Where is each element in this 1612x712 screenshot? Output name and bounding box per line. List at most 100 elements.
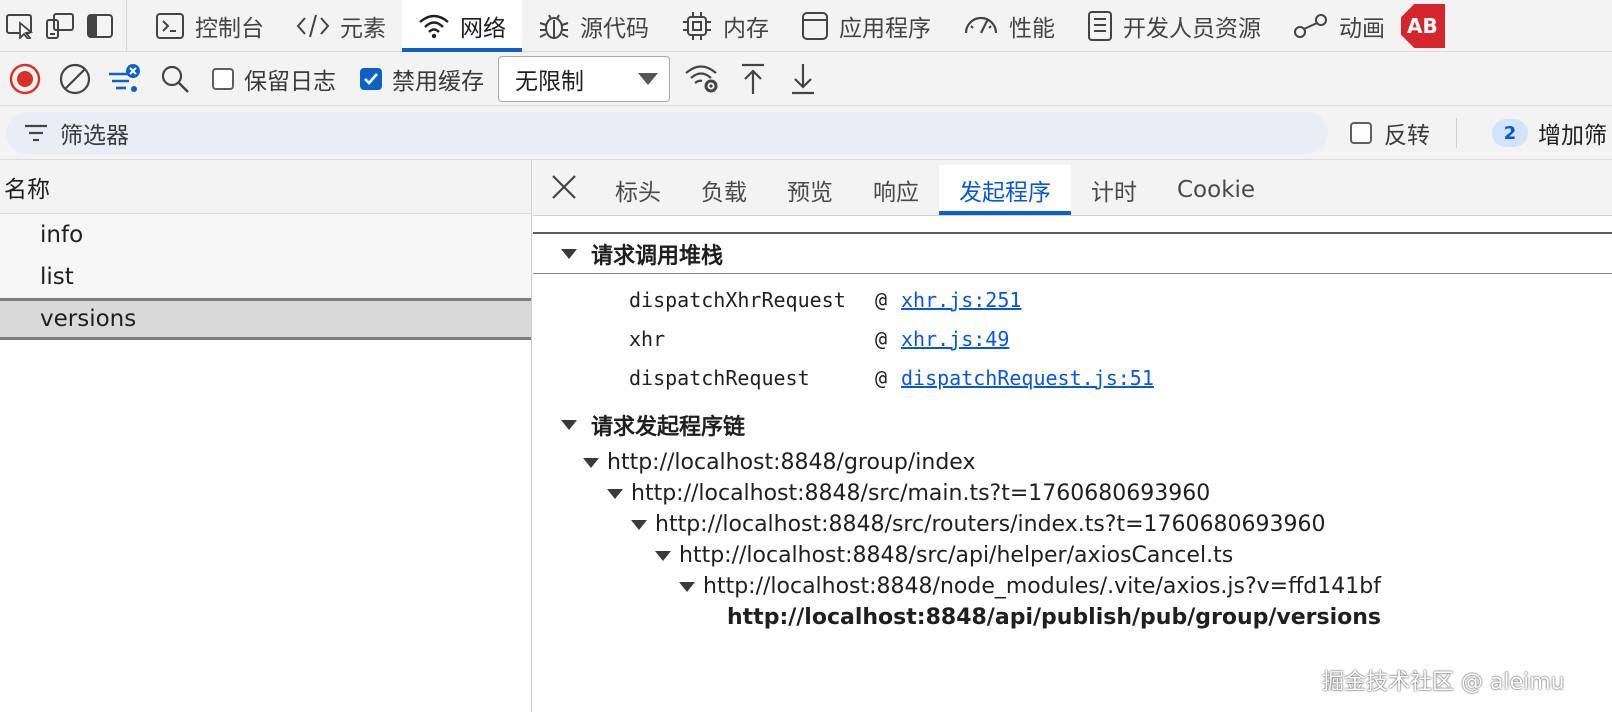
tab-headers[interactable]: 标头	[595, 165, 681, 215]
device-toolbar-icon[interactable]	[40, 0, 80, 52]
upload-arrow-icon	[742, 63, 764, 94]
invert-label: 反转	[1384, 123, 1430, 149]
search-button[interactable]	[150, 52, 200, 106]
source-link[interactable]: xhr.js:49	[901, 327, 1009, 351]
tab-network[interactable]: 网络	[402, 0, 522, 52]
tab-label: 网络	[460, 16, 506, 42]
tab-preview[interactable]: 预览	[767, 165, 853, 215]
tab-elements[interactable]: 元素	[280, 0, 402, 52]
stack-frame: dispatchRequest @ dispatchRequest.js:51	[533, 358, 1612, 397]
call-stack-section-header[interactable]: 请求调用堆栈	[533, 232, 1612, 274]
more-filters-button[interactable]: 2 增加筛	[1492, 106, 1607, 160]
tab-animations[interactable]: 动画	[1277, 0, 1401, 52]
at-sign: @	[875, 326, 888, 351]
throttling-select[interactable]: 无限制	[498, 55, 670, 102]
preserve-log-label: 保留日志	[244, 68, 336, 95]
request-row[interactable]: list	[0, 256, 531, 298]
filter-placeholder: 筛选器	[60, 123, 129, 149]
expand-triangle-icon[interactable]	[631, 519, 647, 530]
tab-label: 元素	[340, 16, 386, 42]
initiator-chain-section-header[interactable]: 请求发起程序链	[533, 405, 1612, 445]
name-column-header[interactable]: 名称	[0, 160, 531, 214]
filter-input[interactable]: 筛选器	[6, 112, 1328, 154]
disable-cache-label: 禁用缓存	[392, 68, 484, 95]
network-toolbar: 保留日志 禁用缓存 无限制	[0, 52, 1612, 106]
section-title: 请求调用堆栈	[591, 243, 724, 269]
chain-node[interactable]: http://localhost:8848/group/index	[533, 447, 1612, 478]
wifi-icon	[419, 14, 449, 39]
tab-performance[interactable]: 性能	[947, 0, 1071, 52]
console-icon	[156, 13, 184, 39]
watermark: 掘金技术社区 @ aleimu	[1322, 670, 1565, 695]
at-sign: @	[875, 287, 888, 312]
checkbox-checked[interactable]	[360, 67, 382, 90]
call-stack: dispatchXhrRequest @ xhr.js:251 xhr @ xhr.js…	[533, 274, 1612, 397]
chain-node[interactable]: http://localhost:8848/src/api/helper/axi…	[533, 540, 1612, 571]
tab-payload[interactable]: 负载	[681, 165, 767, 215]
more-filters-label: 增加筛	[1538, 123, 1607, 149]
devtools-tab-bar: 控制台 元素 网络 源代码 内存 应用程序 性能 开发人员资源 动画 AB	[0, 0, 1612, 52]
clear-button[interactable]	[50, 52, 100, 106]
tab-timing[interactable]: 计时	[1071, 165, 1157, 215]
record-icon	[9, 63, 41, 94]
code-icon	[296, 14, 330, 38]
tab-devtools-resources[interactable]: 开发人员资源	[1071, 0, 1277, 52]
at-sign: @	[875, 365, 888, 390]
tab-application[interactable]: 应用程序	[785, 0, 947, 52]
source-link[interactable]: xhr.js:251	[901, 288, 1021, 312]
request-details: 标头 负载 预览 响应 发起程序 计时 Cookie 请求调用堆栈 dispat…	[533, 160, 1612, 712]
chain-node[interactable]: http://localhost:8848/src/main.ts?t=1760…	[533, 478, 1612, 509]
tab-label: 应用程序	[839, 16, 931, 42]
close-details-button[interactable]	[533, 159, 595, 215]
close-icon	[552, 175, 576, 199]
download-arrow-icon	[792, 63, 814, 94]
disable-cache-checkbox[interactable]: 禁用缓存	[360, 62, 484, 96]
stack-frame: dispatchXhrRequest @ xhr.js:251	[533, 280, 1612, 319]
initiator-chain: http://localhost:8848/group/index http:/…	[533, 445, 1612, 633]
dropdown-arrow-icon	[638, 72, 658, 85]
checkbox-unchecked[interactable]	[212, 67, 234, 90]
chain-node[interactable]: http://localhost:8848/src/routers/index.…	[533, 509, 1612, 540]
export-har-button[interactable]	[778, 52, 828, 106]
clear-icon	[59, 63, 91, 94]
expand-triangle-icon[interactable]	[679, 581, 695, 592]
tab-memory[interactable]: 内存	[665, 0, 785, 52]
tab-label: 动画	[1339, 16, 1385, 42]
expand-triangle-icon[interactable]	[561, 420, 577, 430]
tab-response[interactable]: 响应	[853, 165, 939, 215]
import-har-button[interactable]	[728, 52, 778, 106]
invert-checkbox[interactable]: 反转	[1350, 106, 1430, 160]
record-button[interactable]	[0, 52, 50, 106]
filter-count-badge: 2	[1492, 119, 1528, 147]
tab-sources[interactable]: 源代码	[522, 0, 665, 52]
adblock-extension-icon[interactable]: AB	[1401, 4, 1445, 48]
filter-icon	[25, 124, 47, 142]
preserve-log-checkbox[interactable]: 保留日志	[212, 62, 336, 96]
network-conditions-button[interactable]	[678, 52, 728, 106]
details-tab-bar: 标头 负载 预览 响应 发起程序 计时 Cookie	[533, 160, 1612, 216]
tab-label: 控制台	[195, 16, 264, 42]
source-link[interactable]: dispatchRequest.js:51	[901, 366, 1154, 390]
tab-console[interactable]: 控制台	[139, 0, 280, 52]
request-row-selected[interactable]: versions	[0, 298, 531, 340]
function-name: xhr	[629, 326, 666, 351]
devtools-window: 控制台 元素 网络 源代码 内存 应用程序 性能 开发人员资源 动画 AB 保留…	[0, 0, 1612, 712]
tab-initiator[interactable]: 发起程序	[939, 165, 1071, 215]
chain-node[interactable]: http://localhost:8848/node_modules/.vite…	[533, 571, 1612, 602]
filter-toggle-button[interactable]	[100, 52, 150, 106]
expand-triangle-icon[interactable]	[583, 457, 599, 468]
tab-label: 内存	[723, 16, 769, 42]
request-row[interactable]: info	[0, 214, 531, 256]
expand-triangle-icon[interactable]	[561, 248, 577, 259]
tab-cookies[interactable]: Cookie	[1157, 165, 1275, 215]
inspect-element-icon[interactable]	[0, 0, 40, 52]
chain-node-current-request[interactable]: http://localhost:8848/api/publish/pub/gr…	[533, 602, 1612, 633]
expand-triangle-icon[interactable]	[655, 550, 671, 561]
dock-sidebar-icon[interactable]	[80, 0, 120, 52]
expand-triangle-icon[interactable]	[607, 488, 623, 499]
checkbox-unchecked[interactable]	[1350, 122, 1372, 144]
animation-icon	[1294, 14, 1327, 38]
stack-frame: xhr @ xhr.js:49	[533, 319, 1612, 358]
filter-row: 筛选器 反转 2 增加筛	[0, 106, 1612, 160]
tab-label: 性能	[1009, 16, 1055, 42]
